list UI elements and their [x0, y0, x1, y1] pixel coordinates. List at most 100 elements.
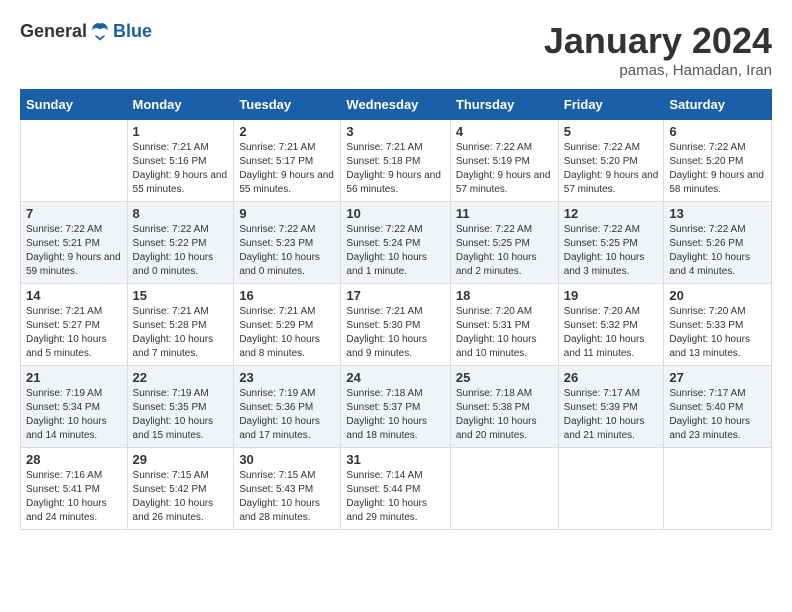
calendar-cell: 20 Sunrise: 7:20 AMSunset: 5:33 PMDayligh… — [664, 284, 772, 366]
day-info: Sunrise: 7:22 AMSunset: 5:24 PMDaylight:… — [346, 223, 444, 279]
calendar-cell: 16Sunrise: 7:21 AMSunset: 5:29 PMDayligh… — [234, 284, 341, 366]
calendar-cell: 4Sunrise: 7:22 AMSunset: 5:19 PMDaylight… — [450, 120, 558, 202]
day-info: Sunrise: 7:22 AMSunset: 5:25 PMDaylight:… — [564, 223, 659, 279]
location-heading: pamas, Hamadan, Iran — [544, 62, 772, 79]
calendar-body: 1 Sunrise: 7:21 AMSunset: 5:16 PMDaylight… — [21, 120, 772, 530]
day-info: Sunrise: 7:21 AMSunset: 5:27 PMDaylight:… — [26, 305, 122, 361]
calendar-cell: 13 Sunrise: 7:22 AMSunset: 5:26 PMDayligh… — [664, 202, 772, 284]
day-info: Sunrise: 7:20 AMSunset: 5:32 PMDaylight:… — [564, 305, 659, 361]
day-info: Sunrise: 7:22 AMSunset: 5:26 PMDaylight:… — [669, 223, 766, 279]
day-info: Sunrise: 7:21 AMSunset: 5:28 PMDaylight:… — [133, 305, 229, 361]
calendar-cell: 25Sunrise: 7:18 AMSunset: 5:38 PMDayligh… — [450, 366, 558, 448]
day-info: Sunrise: 7:21 AMSunset: 5:29 PMDaylight:… — [239, 305, 335, 361]
calendar-cell: 18 Sunrise: 7:20 AMSunset: 5:31 PMDayligh… — [450, 284, 558, 366]
day-info: Sunrise: 7:21 AMSunset: 5:16 PMDaylight:… — [133, 141, 229, 197]
day-info: Sunrise: 7:22 AMSunset: 5:20 PMDaylight:… — [669, 141, 766, 197]
day-number: 28 — [26, 452, 122, 467]
day-number: 27 — [669, 370, 766, 385]
calendar-cell: 7 Sunrise: 7:22 AMSunset: 5:21 PMDaylight… — [21, 202, 128, 284]
calendar-cell: 22 Sunrise: 7:19 AMSunset: 5:35 PMDayligh… — [127, 366, 234, 448]
day-number: 15 — [133, 288, 229, 303]
day-info: Sunrise: 7:22 AMSunset: 5:21 PMDaylight:… — [26, 223, 122, 279]
month-year-heading: January 2024 — [544, 20, 772, 62]
day-number: 29 — [133, 452, 229, 467]
day-number: 13 — [669, 206, 766, 221]
day-number: 24 — [346, 370, 444, 385]
calendar-cell — [450, 448, 558, 530]
day-info: Sunrise: 7:21 AMSunset: 5:30 PMDaylight:… — [346, 305, 444, 361]
calendar-cell: 3 Sunrise: 7:21 AMSunset: 5:18 PMDaylight… — [341, 120, 450, 202]
calendar-week-row: 1 Sunrise: 7:21 AMSunset: 5:16 PMDaylight… — [21, 120, 772, 202]
day-info: Sunrise: 7:22 AMSunset: 5:25 PMDaylight:… — [456, 223, 553, 279]
day-number: 18 — [456, 288, 553, 303]
logo-bird-icon — [89, 20, 111, 42]
month-title-block: January 2024 pamas, Hamadan, Iran — [544, 20, 772, 79]
day-info: Sunrise: 7:15 AMSunset: 5:43 PMDaylight:… — [239, 469, 335, 525]
day-info: Sunrise: 7:22 AMSunset: 5:23 PMDaylight:… — [239, 223, 335, 279]
calendar-cell: 15 Sunrise: 7:21 AMSunset: 5:28 PMDayligh… — [127, 284, 234, 366]
day-info: Sunrise: 7:17 AMSunset: 5:40 PMDaylight:… — [669, 387, 766, 443]
day-number: 6 — [669, 124, 766, 139]
weekday-row: Sunday Monday Tuesday Wednesday Thursday… — [21, 90, 772, 120]
day-info: Sunrise: 7:22 AMSunset: 5:22 PMDaylight:… — [133, 223, 229, 279]
day-number: 3 — [346, 124, 444, 139]
day-number: 20 — [669, 288, 766, 303]
calendar-week-row: 14 Sunrise: 7:21 AMSunset: 5:27 PMDayligh… — [21, 284, 772, 366]
day-number: 31 — [346, 452, 444, 467]
page-header: General Blue January 2024 pamas, Hamadan… — [20, 20, 772, 79]
calendar-cell: 5 Sunrise: 7:22 AMSunset: 5:20 PMDaylight… — [558, 120, 664, 202]
calendar-cell: 19Sunrise: 7:20 AMSunset: 5:32 PMDayligh… — [558, 284, 664, 366]
day-number: 23 — [239, 370, 335, 385]
day-info: Sunrise: 7:20 AMSunset: 5:33 PMDaylight:… — [669, 305, 766, 361]
monday-header: Monday — [127, 90, 234, 120]
day-info: Sunrise: 7:17 AMSunset: 5:39 PMDaylight:… — [564, 387, 659, 443]
calendar-cell: 24Sunrise: 7:18 AMSunset: 5:37 PMDayligh… — [341, 366, 450, 448]
day-info: Sunrise: 7:20 AMSunset: 5:31 PMDaylight:… — [456, 305, 553, 361]
day-info: Sunrise: 7:22 AMSunset: 5:19 PMDaylight:… — [456, 141, 553, 197]
calendar-cell: 1 Sunrise: 7:21 AMSunset: 5:16 PMDaylight… — [127, 120, 234, 202]
calendar-cell: 31 Sunrise: 7:14 AMSunset: 5:44 PMDayligh… — [341, 448, 450, 530]
day-info: Sunrise: 7:14 AMSunset: 5:44 PMDaylight:… — [346, 469, 444, 525]
day-number: 7 — [26, 206, 122, 221]
friday-header: Friday — [558, 90, 664, 120]
logo-general-text: General — [20, 21, 87, 42]
day-number: 22 — [133, 370, 229, 385]
wednesday-header: Wednesday — [341, 90, 450, 120]
calendar-header: Sunday Monday Tuesday Wednesday Thursday… — [21, 90, 772, 120]
day-number: 11 — [456, 206, 553, 221]
calendar-cell: 14 Sunrise: 7:21 AMSunset: 5:27 PMDayligh… — [21, 284, 128, 366]
day-number: 5 — [564, 124, 659, 139]
calendar-cell: 6 Sunrise: 7:22 AMSunset: 5:20 PMDaylight… — [664, 120, 772, 202]
day-info: Sunrise: 7:21 AMSunset: 5:18 PMDaylight:… — [346, 141, 444, 197]
sunday-header: Sunday — [21, 90, 128, 120]
tuesday-header: Tuesday — [234, 90, 341, 120]
calendar-cell — [664, 448, 772, 530]
calendar-week-row: 28 Sunrise: 7:16 AMSunset: 5:41 PMDayligh… — [21, 448, 772, 530]
day-number: 30 — [239, 452, 335, 467]
day-number: 14 — [26, 288, 122, 303]
day-number: 1 — [133, 124, 229, 139]
day-info: Sunrise: 7:16 AMSunset: 5:41 PMDaylight:… — [26, 469, 122, 525]
calendar-cell: 30 Sunrise: 7:15 AMSunset: 5:43 PMDayligh… — [234, 448, 341, 530]
calendar-cell: 21Sunrise: 7:19 AMSunset: 5:34 PMDayligh… — [21, 366, 128, 448]
calendar-cell: 29Sunrise: 7:15 AMSunset: 5:42 PMDayligh… — [127, 448, 234, 530]
day-info: Sunrise: 7:19 AMSunset: 5:34 PMDaylight:… — [26, 387, 122, 443]
day-number: 2 — [239, 124, 335, 139]
day-number: 25 — [456, 370, 553, 385]
calendar-cell: 8 Sunrise: 7:22 AMSunset: 5:22 PMDaylight… — [127, 202, 234, 284]
day-number: 12 — [564, 206, 659, 221]
day-number: 8 — [133, 206, 229, 221]
calendar-cell: 28 Sunrise: 7:16 AMSunset: 5:41 PMDayligh… — [21, 448, 128, 530]
calendar-cell: 27 Sunrise: 7:17 AMSunset: 5:40 PMDayligh… — [664, 366, 772, 448]
day-number: 10 — [346, 206, 444, 221]
day-info: Sunrise: 7:19 AMSunset: 5:35 PMDaylight:… — [133, 387, 229, 443]
calendar-cell: 11 Sunrise: 7:22 AMSunset: 5:25 PMDayligh… — [450, 202, 558, 284]
calendar-table: Sunday Monday Tuesday Wednesday Thursday… — [20, 89, 772, 530]
day-info: Sunrise: 7:21 AMSunset: 5:17 PMDaylight:… — [239, 141, 335, 197]
calendar-cell: 26Sunrise: 7:17 AMSunset: 5:39 PMDayligh… — [558, 366, 664, 448]
day-number: 17 — [346, 288, 444, 303]
day-info: Sunrise: 7:19 AMSunset: 5:36 PMDaylight:… — [239, 387, 335, 443]
calendar-cell: 2 Sunrise: 7:21 AMSunset: 5:17 PMDaylight… — [234, 120, 341, 202]
day-info: Sunrise: 7:22 AMSunset: 5:20 PMDaylight:… — [564, 141, 659, 197]
thursday-header: Thursday — [450, 90, 558, 120]
